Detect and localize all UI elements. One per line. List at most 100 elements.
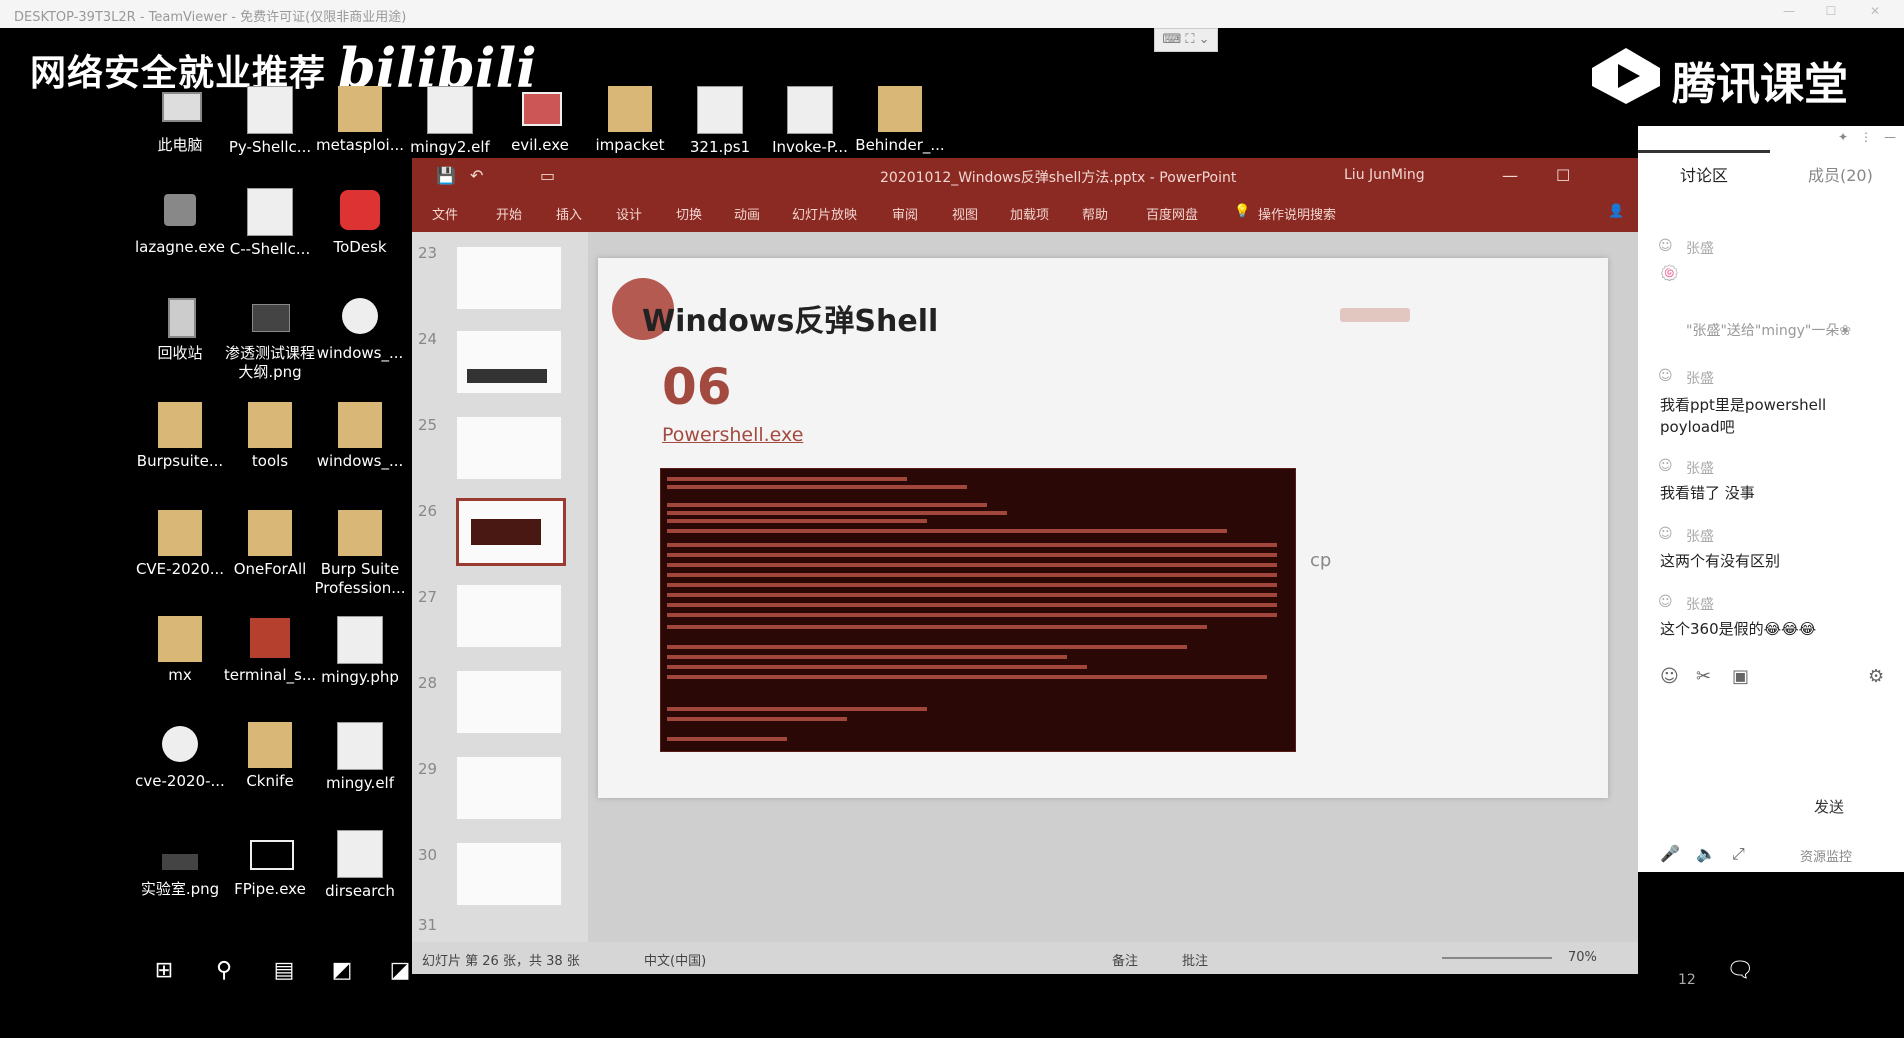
slide-number: 30 <box>418 846 438 864</box>
ribbon-tab[interactable]: 百度网盘 <box>1146 204 1198 223</box>
slide-number: 31 <box>418 916 438 934</box>
desktop-icon[interactable]: 实验室.png <box>132 830 228 899</box>
ribbon-tab[interactable]: 切换 <box>676 204 702 223</box>
desktop-icon[interactable]: ToDesk <box>312 188 408 257</box>
ribbon-tab[interactable]: 审阅 <box>892 204 918 223</box>
notification-center-icon[interactable]: 🗨 <box>1726 958 1754 984</box>
more-icon[interactable]: ⋮ <box>1860 130 1872 144</box>
desktop-icon[interactable]: CVE-2020... <box>132 510 228 579</box>
desktop-icon[interactable]: dirsearch <box>312 830 408 901</box>
desktop-icon[interactable]: evil.exe <box>492 86 588 155</box>
desktop-icon[interactable]: Behinder_... <box>852 86 948 155</box>
speaker-icon[interactable]: 🔈 <box>1696 844 1716 863</box>
desktop-icon[interactable]: mingy.php <box>312 616 408 687</box>
app-icon <box>158 188 202 234</box>
collapse-icon[interactable]: — <box>1884 130 1896 144</box>
desktop-icon[interactable]: lazagne.exe <box>132 188 228 257</box>
ribbon-tab[interactable]: 帮助 <box>1082 204 1108 223</box>
zip-icon <box>158 722 202 768</box>
desktop-icon[interactable]: cve-2020-... <box>132 722 228 791</box>
slide-thumbnail[interactable] <box>456 756 562 820</box>
share-icon[interactable]: 👤 <box>1608 204 1624 219</box>
desktop-icon[interactable]: mingy.elf <box>312 722 408 793</box>
language-indicator[interactable]: 中文(中国) <box>644 950 706 969</box>
desktop-icon[interactable]: mingy2.elf <box>402 86 498 157</box>
desktop-icon[interactable]: Py-Shellc... <box>222 86 318 157</box>
microphone-icon[interactable]: 🎤 <box>1660 844 1680 863</box>
desktop-icon[interactable]: windows_... <box>312 402 408 471</box>
slide-number: 28 <box>418 674 438 692</box>
ppt-user-name[interactable]: Liu JunMing <box>1344 167 1425 183</box>
tell-me-search[interactable]: 操作说明搜索 <box>1258 204 1336 223</box>
desktop-icon[interactable]: Burp Suite Profession... <box>312 510 408 598</box>
file-icon <box>247 86 293 134</box>
close-icon[interactable]: ✕ <box>1866 4 1884 22</box>
undo-icon[interactable]: ↶ <box>470 166 483 185</box>
slide-thumbnail[interactable] <box>456 246 562 310</box>
desktop-icon[interactable]: tools <box>222 402 318 471</box>
settings-icon[interactable]: ⚙ <box>1868 666 1884 687</box>
screen-control-toggle[interactable]: ⌨ ⛶ ⌄ <box>1154 28 1218 52</box>
ribbon-tab[interactable]: 设计 <box>616 204 642 223</box>
save-icon[interactable]: 💾 <box>436 166 456 185</box>
tab-members[interactable]: 成员(20) <box>1808 162 1873 186</box>
scissors-icon[interactable]: ✂ <box>1696 666 1711 687</box>
present-icon[interactable]: ▭ <box>540 166 555 185</box>
minimize-icon[interactable]: — <box>1780 4 1798 22</box>
app-taskbar-icon[interactable]: ◩ <box>328 958 356 984</box>
minimize-icon[interactable]: — <box>1502 166 1518 185</box>
desktop-icon[interactable]: OneForAll <box>222 510 318 579</box>
resource-monitor-link[interactable]: 资源监控 <box>1800 846 1852 865</box>
powerpoint-taskbar-icon[interactable]: ◪ <box>386 958 414 984</box>
slide-thumbnail[interactable] <box>456 584 562 648</box>
slide-thumbnail-selected[interactable] <box>456 498 566 566</box>
user-avatar-icon: ☺ <box>1658 368 1673 384</box>
image-icon[interactable]: ▣ <box>1732 666 1749 687</box>
desktop-icon[interactable]: 回收站 <box>132 294 228 363</box>
ribbon-tab[interactable]: 文件 <box>432 204 458 223</box>
ribbon-tab[interactable]: 视图 <box>952 204 978 223</box>
emoji-icon[interactable]: ☺ <box>1660 666 1679 687</box>
desktop-icon[interactable]: 渗透测试课程大纲.png <box>222 294 318 382</box>
comments-button[interactable]: 批注 <box>1182 950 1208 969</box>
expand-icon[interactable]: ⤢ <box>1732 844 1745 864</box>
notes-button[interactable]: 备注 <box>1112 950 1138 969</box>
desktop-icon[interactable]: Cknife <box>222 722 318 791</box>
ppt-file-title: 20201012_Windows反弹shell方法.pptx - PowerPo… <box>880 170 1237 186</box>
desktop-icon[interactable]: windows_... <box>312 294 408 363</box>
slide-thumbnail[interactable] <box>456 330 562 394</box>
pin-icon[interactable]: ✦ <box>1838 130 1848 144</box>
maximize-icon[interactable]: ☐ <box>1556 166 1570 185</box>
ribbon-tab[interactable]: 动画 <box>734 204 760 223</box>
file-explorer-icon[interactable]: ▤ <box>270 958 298 984</box>
tab-discussion[interactable]: 讨论区 <box>1680 162 1728 186</box>
ribbon-tab[interactable]: 开始 <box>496 204 522 223</box>
user-avatar-icon: ☺ <box>1658 238 1673 254</box>
image-file-icon <box>248 294 292 340</box>
desktop-icon[interactable]: 321.ps1 <box>672 86 768 157</box>
desktop-icon[interactable]: terminal_s... <box>222 616 318 685</box>
desktop-icon[interactable]: FPipe.exe <box>222 830 318 899</box>
slide-thumbnail[interactable] <box>456 416 562 480</box>
desktop-icon[interactable]: mx <box>132 616 228 685</box>
zoom-slider[interactable] <box>1442 957 1552 959</box>
ribbon-tab[interactable]: 插入 <box>556 204 582 223</box>
desktop-icon[interactable]: metasploi... <box>312 86 408 155</box>
desktop-icon[interactable]: 此电脑 <box>132 86 228 155</box>
zoom-level[interactable]: 70% <box>1568 950 1597 965</box>
send-button[interactable]: 发送 <box>1814 796 1844 817</box>
maximize-icon[interactable]: ☐ <box>1822 4 1840 22</box>
folder-icon <box>338 86 382 132</box>
windows-start-icon[interactable]: ⊞ <box>150 958 178 984</box>
ribbon-tab[interactable]: 幻灯片放映 <box>792 204 857 223</box>
ribbon-tab[interactable]: 加载项 <box>1010 204 1049 223</box>
current-slide[interactable]: Windows反弹Shell 06 Powershell.exe cp <box>598 258 1608 798</box>
slide-thumbnail[interactable] <box>456 670 562 734</box>
desktop-icon[interactable]: Invoke-P... <box>762 86 858 157</box>
ppt-titlebar: 💾 ↶ ▭ 20201012_Windows反弹shell方法.pptx - P… <box>412 158 1638 194</box>
search-icon[interactable]: ⚲ <box>210 958 238 984</box>
slide-thumbnail[interactable] <box>456 842 562 906</box>
desktop-icon[interactable]: impacket <box>582 86 678 155</box>
desktop-icon[interactable]: C--Shellc... <box>222 188 318 259</box>
desktop-icon[interactable]: Burpsuite... <box>132 402 228 471</box>
